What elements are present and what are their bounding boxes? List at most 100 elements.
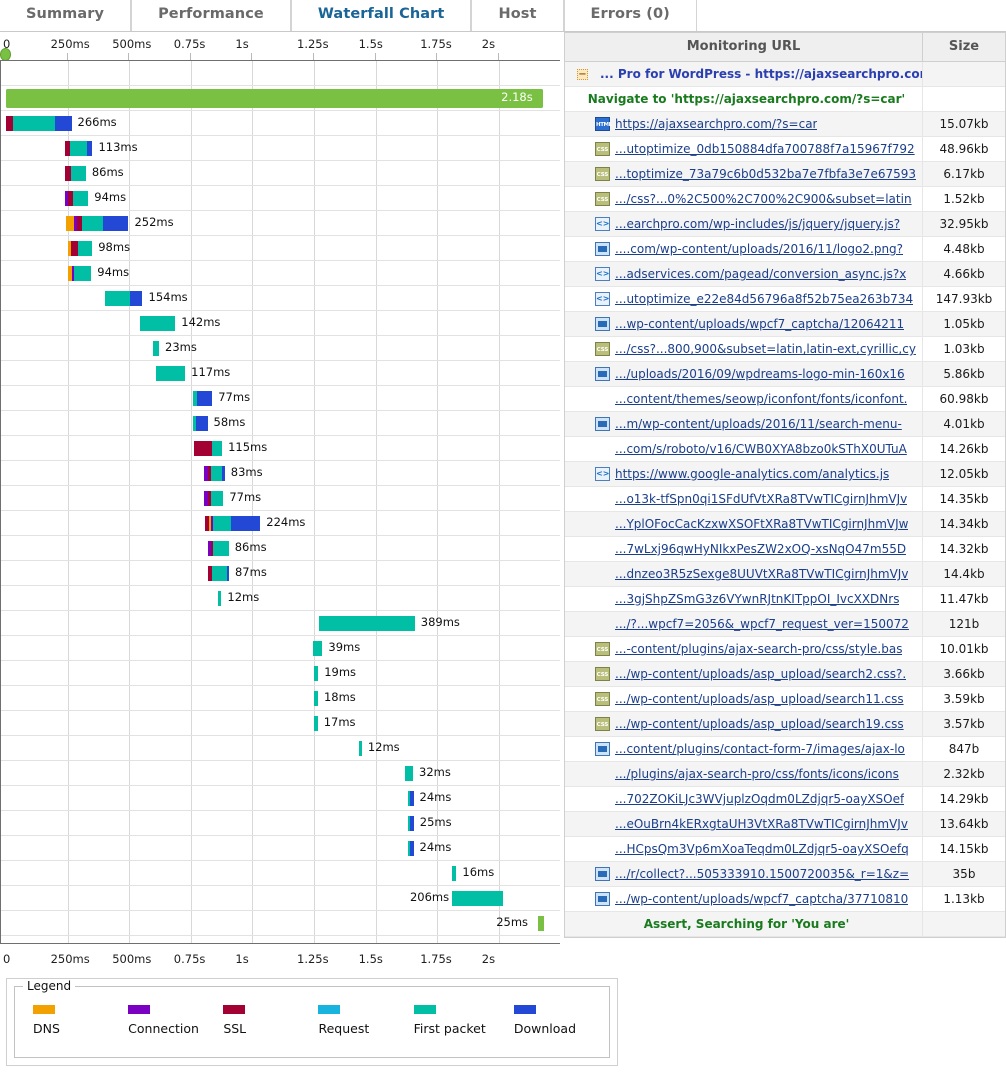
waterfall-row[interactable]: 12ms	[1, 586, 560, 611]
waterfall-bar[interactable]	[205, 516, 260, 531]
waterfall-bar[interactable]	[65, 141, 93, 156]
column-header-url[interactable]: Monitoring URL	[565, 33, 923, 61]
waterfall-row[interactable]: 94ms	[1, 261, 560, 286]
table-row[interactable]: ...content/plugins/contact-form-7/images…	[565, 737, 1005, 762]
resource-url-link[interactable]: ...com/s/roboto/v16/CWB0XYA8bzo0kSThX0UT…	[615, 442, 907, 456]
waterfall-row[interactable]: 94ms	[1, 186, 560, 211]
table-row[interactable]: .../wp-content/uploads/wpcf7_captcha/377…	[565, 887, 1005, 912]
resource-url-link[interactable]: .../plugins/ajax-search-pro/css/fonts/ic…	[615, 767, 899, 781]
waterfall-row[interactable]: 17ms	[1, 711, 560, 736]
waterfall-row[interactable]: 224ms	[1, 511, 560, 536]
waterfall-bar[interactable]	[156, 366, 185, 381]
resource-url-link[interactable]: ...3gjShpZSmG3z6VYwnRJtnKITppOI_IvcXXDNr…	[615, 592, 899, 606]
page-total-bar[interactable]	[6, 89, 543, 108]
table-row[interactable]: Navigate to 'https://ajaxsearchpro.com/?…	[565, 87, 1005, 112]
waterfall-row[interactable]: 117ms	[1, 361, 560, 386]
waterfall-row[interactable]: 58ms	[1, 411, 560, 436]
tab-bar[interactable]: SummaryPerformanceWaterfall ChartHostErr…	[0, 0, 1006, 32]
tab-errors-0[interactable]: Errors (0)	[564, 0, 697, 31]
column-header-size[interactable]: Size	[923, 33, 1005, 61]
waterfall-row[interactable]: 12ms	[1, 736, 560, 761]
table-row[interactable]: <>https://www.google-analytics.com/analy…	[565, 462, 1005, 487]
table-row[interactable]: ...m/wp-content/uploads/2016/11/search-m…	[565, 412, 1005, 437]
table-row[interactable]: ...HCpsQm3Vp6mXoaTeqdm0LZdjqr5-oayXSOefq…	[565, 837, 1005, 862]
table-row[interactable]: ...content/themes/seowp/iconfont/fonts/i…	[565, 387, 1005, 412]
table-row[interactable]: .../uploads/2016/09/wpdreams-logo-min-16…	[565, 362, 1005, 387]
table-row[interactable]: ...3gjShpZSmG3z6VYwnRJtnKITppOI_IvcXXDNr…	[565, 587, 1005, 612]
resource-url-link[interactable]: ...toptimize_73a79c6b0d532ba7e7fbfa3e7e6…	[615, 167, 916, 181]
resource-url-link[interactable]: ...702ZOKiLJc3WVjuplzOqdm0LZdjqr5-oayXSO…	[615, 792, 904, 806]
resource-url-link[interactable]: .../wp-content/uploads/wpcf7_captcha/377…	[615, 892, 908, 906]
waterfall-row[interactable]: 154ms	[1, 286, 560, 311]
waterfall-bar[interactable]	[319, 616, 415, 631]
waterfall-row[interactable]: 2.18s266ms	[1, 111, 560, 136]
waterfall-bar[interactable]	[65, 166, 86, 181]
table-row[interactable]: <>...utoptimize_e22e84d56796a8f52b75ea26…	[565, 287, 1005, 312]
waterfall-bar[interactable]	[105, 291, 143, 306]
resource-url-link[interactable]: ....com/wp-content/uploads/2016/11/logo2…	[615, 242, 903, 256]
waterfall-bar[interactable]	[452, 891, 503, 906]
waterfall-row[interactable]: 86ms	[1, 536, 560, 561]
resource-url-link[interactable]: .../r/collect?...505333910.1500720035&_r…	[615, 867, 909, 881]
table-row[interactable]: .../plugins/ajax-search-pro/css/fonts/ic…	[565, 762, 1005, 787]
waterfall-bar[interactable]	[313, 641, 323, 656]
waterfall-bar[interactable]	[314, 716, 318, 731]
waterfall-row[interactable]: 142ms	[1, 311, 560, 336]
resource-url-link[interactable]: ...eOuBrn4kERxgtaUH3VtXRa8TVwTICgirnJhmV…	[615, 817, 908, 831]
waterfall-row[interactable]: 77ms	[1, 386, 560, 411]
collapse-expander-icon[interactable]: −	[577, 69, 588, 80]
waterfall-bar[interactable]	[359, 741, 362, 756]
waterfall-bar[interactable]	[208, 566, 229, 581]
resource-url-link[interactable]: ...o13k-tfSpn0qi1SFdUfVtXRa8TVwTICgirnJh…	[615, 492, 907, 506]
resource-url-link[interactable]: .../uploads/2016/09/wpdreams-logo-min-16…	[615, 367, 905, 381]
waterfall-bar[interactable]	[66, 216, 128, 231]
waterfall-row[interactable]: 25ms	[1, 811, 560, 836]
resource-url-link[interactable]: ...adservices.com/pagead/conversion_asyn…	[615, 267, 906, 281]
resource-url-link[interactable]: https://www.google-analytics.com/analyti…	[615, 467, 889, 481]
resource-url-link[interactable]: ...utoptimize_e22e84d56796a8f52b75ea263b…	[615, 292, 913, 306]
waterfall-bar[interactable]	[452, 866, 456, 881]
resource-url-link[interactable]: ...dnzeo3R5zSexge8UUVtXRa8TVwTICgirnJhmV…	[615, 567, 908, 581]
table-row[interactable]: CSS.../css?...800,900&subset=latin,latin…	[565, 337, 1005, 362]
table-row[interactable]: ....com/wp-content/uploads/2016/11/logo2…	[565, 237, 1005, 262]
table-row[interactable]: CSS.../wp-content/uploads/asp_upload/sea…	[565, 712, 1005, 737]
waterfall-bar[interactable]	[68, 266, 91, 281]
table-row[interactable]: ...YplOFocCacKzxwXSOFtXRa8TVwTICgirnJhmV…	[565, 512, 1005, 537]
waterfall-bar[interactable]	[405, 766, 413, 781]
waterfall-bar[interactable]	[65, 191, 88, 206]
tab-waterfall-chart[interactable]: Waterfall Chart	[291, 0, 472, 31]
resource-url-link[interactable]: ...content/plugins/contact-form-7/images…	[615, 742, 905, 756]
waterfall-bar[interactable]	[68, 241, 92, 256]
waterfall-row[interactable]: 19ms	[1, 661, 560, 686]
waterfall-row[interactable]	[1, 61, 560, 86]
waterfall-row[interactable]: 32ms	[1, 761, 560, 786]
table-row[interactable]: ...702ZOKiLJc3WVjuplzOqdm0LZdjqr5-oayXSO…	[565, 787, 1005, 812]
waterfall-bar[interactable]	[408, 841, 414, 856]
resource-url-link[interactable]: ...m/wp-content/uploads/2016/11/search-m…	[615, 417, 902, 431]
table-row[interactable]: CSS.../css?...0%2C500%2C700%2C900&subset…	[565, 187, 1005, 212]
tab-performance[interactable]: Performance	[131, 0, 291, 31]
table-row[interactable]: .../?...wpcf7=2056&_wpcf7_request_ver=15…	[565, 612, 1005, 637]
waterfall-bar[interactable]	[140, 316, 175, 331]
waterfall-bar[interactable]	[218, 591, 221, 606]
resource-url-link[interactable]: .../wp-content/uploads/asp_upload/search…	[615, 692, 904, 706]
waterfall-bar[interactable]	[204, 466, 224, 481]
resource-url-link[interactable]: https://ajaxsearchpro.com/?s=car	[615, 117, 817, 131]
table-row[interactable]: ...wp-content/uploads/wpcf7_captcha/1206…	[565, 312, 1005, 337]
table-row[interactable]: Assert, Searching for 'You are'	[565, 912, 1005, 937]
resource-url-link[interactable]: ...wp-content/uploads/wpcf7_captcha/1206…	[615, 317, 904, 331]
waterfall-row[interactable]: 98ms	[1, 236, 560, 261]
waterfall-row[interactable]: 16ms	[1, 861, 560, 886]
waterfall-row[interactable]: 252ms	[1, 211, 560, 236]
table-row[interactable]: ...com/s/roboto/v16/CWB0XYA8bzo0kSThX0UT…	[565, 437, 1005, 462]
waterfall-row[interactable]: 389ms	[1, 611, 560, 636]
resource-url-link[interactable]: .../css?...800,900&subset=latin,latin-ex…	[615, 342, 916, 356]
resource-url-link[interactable]: ...utoptimize_0db150884dfa700788f7a15967…	[615, 142, 915, 156]
resource-url-link[interactable]: ...YplOFocCacKzxwXSOFtXRa8TVwTICgirnJhmV…	[615, 517, 908, 531]
table-row[interactable]: ...eOuBrn4kERxgtaUH3VtXRa8TVwTICgirnJhmV…	[565, 812, 1005, 837]
table-row[interactable]: CSS...toptimize_73a79c6b0d532ba7e7fbfa3e…	[565, 162, 1005, 187]
waterfall-row[interactable]: 86ms	[1, 161, 560, 186]
waterfall-row[interactable]: 24ms	[1, 786, 560, 811]
tab-summary[interactable]: Summary	[0, 0, 131, 31]
table-row[interactable]: ...7wLxj96qwHyNIkxPesZW2xOQ-xsNqO47m55D1…	[565, 537, 1005, 562]
